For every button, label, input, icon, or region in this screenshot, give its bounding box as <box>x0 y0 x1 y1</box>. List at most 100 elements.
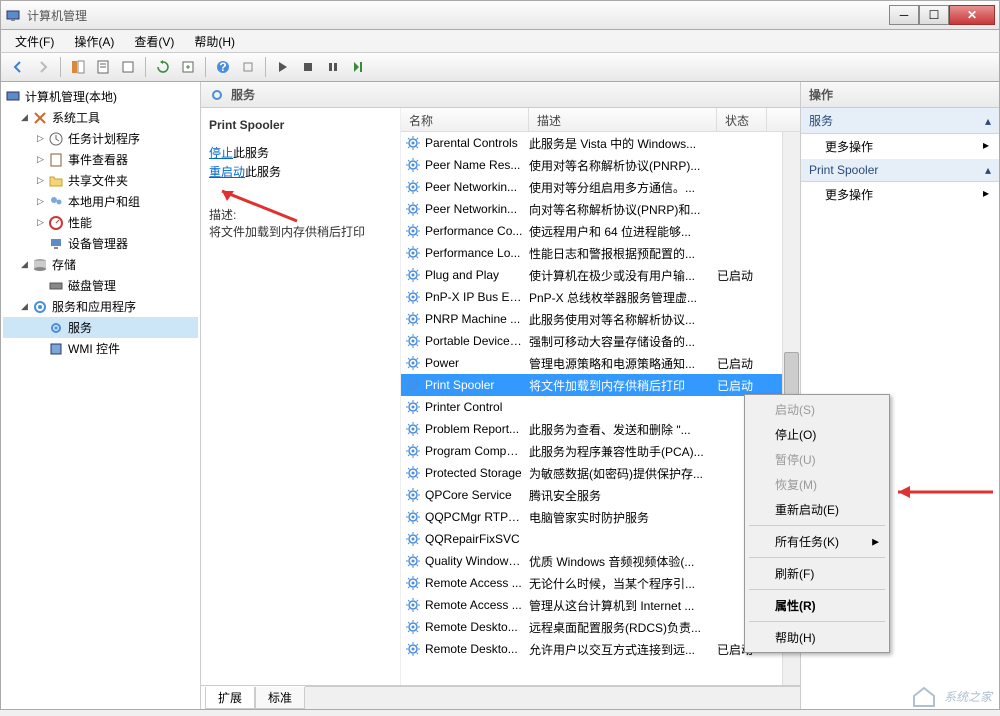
action-section-services[interactable]: 服务▴ <box>801 108 999 134</box>
service-row[interactable]: Peer Networkin...使用对等分组启用多方通信。... <box>401 176 800 198</box>
service-name: Remote Deskto... <box>425 620 529 634</box>
tree-performance[interactable]: ▷性能 <box>3 212 198 233</box>
service-name: Performance Lo... <box>425 246 529 260</box>
minimize-button[interactable]: ─ <box>889 5 919 25</box>
show-hide-tree-button[interactable] <box>67 56 89 78</box>
ctx-refresh[interactable]: 刷新(F) <box>747 561 887 586</box>
service-row[interactable]: Print Spooler将文件加载到内存供稍后打印已启动 <box>401 374 800 396</box>
collapse-icon[interactable]: ◢ <box>19 259 30 270</box>
help-button[interactable]: ? <box>212 56 234 78</box>
pause-button[interactable] <box>322 56 344 78</box>
tree-device-manager[interactable]: 设备管理器 <box>3 233 198 254</box>
action-section-printspooler[interactable]: Print Spooler▴ <box>801 159 999 182</box>
gear-icon <box>405 377 421 393</box>
tree-event-viewer[interactable]: ▷事件查看器 <box>3 149 198 170</box>
service-row[interactable]: Printer Control <box>401 396 800 418</box>
tab-extended[interactable]: 扩展 <box>205 687 255 709</box>
action-more-1[interactable]: 更多操作▸ <box>801 134 999 159</box>
tree-local-users[interactable]: ▷本地用户和组 <box>3 191 198 212</box>
tree-system-tools[interactable]: ◢ 系统工具 <box>3 107 198 128</box>
service-row[interactable]: Peer Networkin...向对等名称解析协议(PNRP)和... <box>401 198 800 220</box>
service-name: Printer Control <box>425 400 529 414</box>
ctx-pause: 暂停(U) <box>747 447 887 472</box>
computer-icon <box>5 89 21 105</box>
unknown-button[interactable] <box>237 56 259 78</box>
tree-services[interactable]: 服务 <box>3 317 198 338</box>
stop-button[interactable] <box>297 56 319 78</box>
service-row[interactable]: QQPCMgr RTP S...电脑管家实时防护服务 <box>401 506 800 528</box>
service-row[interactable]: Performance Lo...性能日志和警报根据预配置的... <box>401 242 800 264</box>
col-name[interactable]: 名称 <box>401 108 529 131</box>
tree-shared-folders[interactable]: ▷共享文件夹 <box>3 170 198 191</box>
disk-icon <box>48 278 64 294</box>
service-row[interactable]: Portable Device ...强制可移动大容量存储设备的... <box>401 330 800 352</box>
service-row[interactable]: Protected Storage为敏感数据(如密码)提供保护存... <box>401 462 800 484</box>
col-status[interactable]: 状态 <box>717 108 767 131</box>
expand-icon[interactable]: ▷ <box>35 196 46 207</box>
restart-button[interactable] <box>347 56 369 78</box>
tree-storage[interactable]: ◢存储 <box>3 254 198 275</box>
service-row[interactable]: QQRepairFixSVC <box>401 528 800 550</box>
service-row[interactable]: Quality Windows...优质 Windows 音频视频体验(... <box>401 550 800 572</box>
back-button[interactable] <box>7 56 29 78</box>
expand-icon[interactable]: ▷ <box>35 217 46 228</box>
tree-disk-mgmt[interactable]: 磁盘管理 <box>3 275 198 296</box>
tree-task-scheduler[interactable]: ▷任务计划程序 <box>3 128 198 149</box>
service-row[interactable]: Problem Report...此服务为查看、发送和删除 "... <box>401 418 800 440</box>
service-row[interactable]: Remote Deskto...允许用户以交互方式连接到远...已启动 <box>401 638 800 660</box>
expand-icon[interactable]: ▷ <box>35 154 46 165</box>
col-desc[interactable]: 描述 <box>529 108 717 131</box>
service-row[interactable]: QPCore Service腾讯安全服务 <box>401 484 800 506</box>
service-desc: 管理从这台计算机到 Internet ... <box>529 597 717 614</box>
forward-button[interactable] <box>32 56 54 78</box>
tab-standard[interactable]: 标准 <box>255 687 305 709</box>
service-row[interactable]: PnP-X IP Bus En...PnP-X 总线枚举器服务管理虚... <box>401 286 800 308</box>
restart-service-link[interactable]: 重启动 <box>209 165 245 179</box>
collapse-icon[interactable]: ◢ <box>19 112 30 123</box>
collapse-icon[interactable]: ◢ <box>19 301 30 312</box>
service-row[interactable]: Power管理电源策略和电源策略通知...已启动 <box>401 352 800 374</box>
play-button[interactable] <box>272 56 294 78</box>
service-row[interactable]: Parental Controls此服务是 Vista 中的 Windows..… <box>401 132 800 154</box>
title-bar: 计算机管理 ─ ☐ ✕ <box>0 0 1000 30</box>
ctx-help[interactable]: 帮助(H) <box>747 625 887 650</box>
service-row[interactable]: PNRP Machine ...此服务使用对等名称解析协议... <box>401 308 800 330</box>
service-name: Power <box>425 356 529 370</box>
close-button[interactable]: ✕ <box>949 5 995 25</box>
service-row[interactable]: Remote Deskto...远程桌面配置服务(RDCS)负责... <box>401 616 800 638</box>
service-row[interactable]: Peer Name Res...使用对等名称解析协议(PNRP)... <box>401 154 800 176</box>
service-row[interactable]: Performance Co...使远程用户和 64 位进程能够... <box>401 220 800 242</box>
ctx-restart[interactable]: 重新启动(E) <box>747 497 887 522</box>
stop-service-link[interactable]: 停止 <box>209 146 233 160</box>
service-desc: PnP-X 总线枚举器服务管理虚... <box>529 289 717 306</box>
properties-button[interactable] <box>92 56 114 78</box>
menu-action[interactable]: 操作(A) <box>64 31 124 52</box>
menu-view[interactable]: 查看(V) <box>124 31 184 52</box>
export-list-button[interactable] <box>177 56 199 78</box>
service-row[interactable]: Remote Access ...管理从这台计算机到 Internet ... <box>401 594 800 616</box>
action-more-2[interactable]: 更多操作▸ <box>801 182 999 207</box>
refresh-button[interactable] <box>152 56 174 78</box>
list-body[interactable]: Parental Controls此服务是 Vista 中的 Windows..… <box>401 132 800 685</box>
expand-icon[interactable]: ▷ <box>35 175 46 186</box>
menu-file[interactable]: 文件(F) <box>5 31 64 52</box>
tree-wmi[interactable]: WMI 控件 <box>3 338 198 359</box>
export-button[interactable] <box>117 56 139 78</box>
tree-services-apps[interactable]: ◢服务和应用程序 <box>3 296 198 317</box>
service-row[interactable]: Plug and Play使计算机在极少或没有用户输...已启动 <box>401 264 800 286</box>
expand-icon[interactable]: ▷ <box>35 133 46 144</box>
service-row[interactable]: Remote Access ...无论什么时候，当某个程序引... <box>401 572 800 594</box>
menu-help[interactable]: 帮助(H) <box>184 31 245 52</box>
gear-icon <box>405 267 421 283</box>
ctx-stop[interactable]: 停止(O) <box>747 422 887 447</box>
tree-root[interactable]: 计算机管理(本地) <box>3 86 198 107</box>
gear-icon <box>405 487 421 503</box>
maximize-button[interactable]: ☐ <box>919 5 949 25</box>
ctx-all-tasks[interactable]: 所有任务(K)▶ <box>747 529 887 554</box>
window-title: 计算机管理 <box>27 7 889 24</box>
gear-icon <box>405 399 421 415</box>
gear-icon <box>405 531 421 547</box>
service-row[interactable]: Program Compa...此服务为程序兼容性助手(PCA)... <box>401 440 800 462</box>
ctx-properties[interactable]: 属性(R) <box>747 593 887 618</box>
service-desc: 此服务为查看、发送和删除 "... <box>529 421 717 438</box>
